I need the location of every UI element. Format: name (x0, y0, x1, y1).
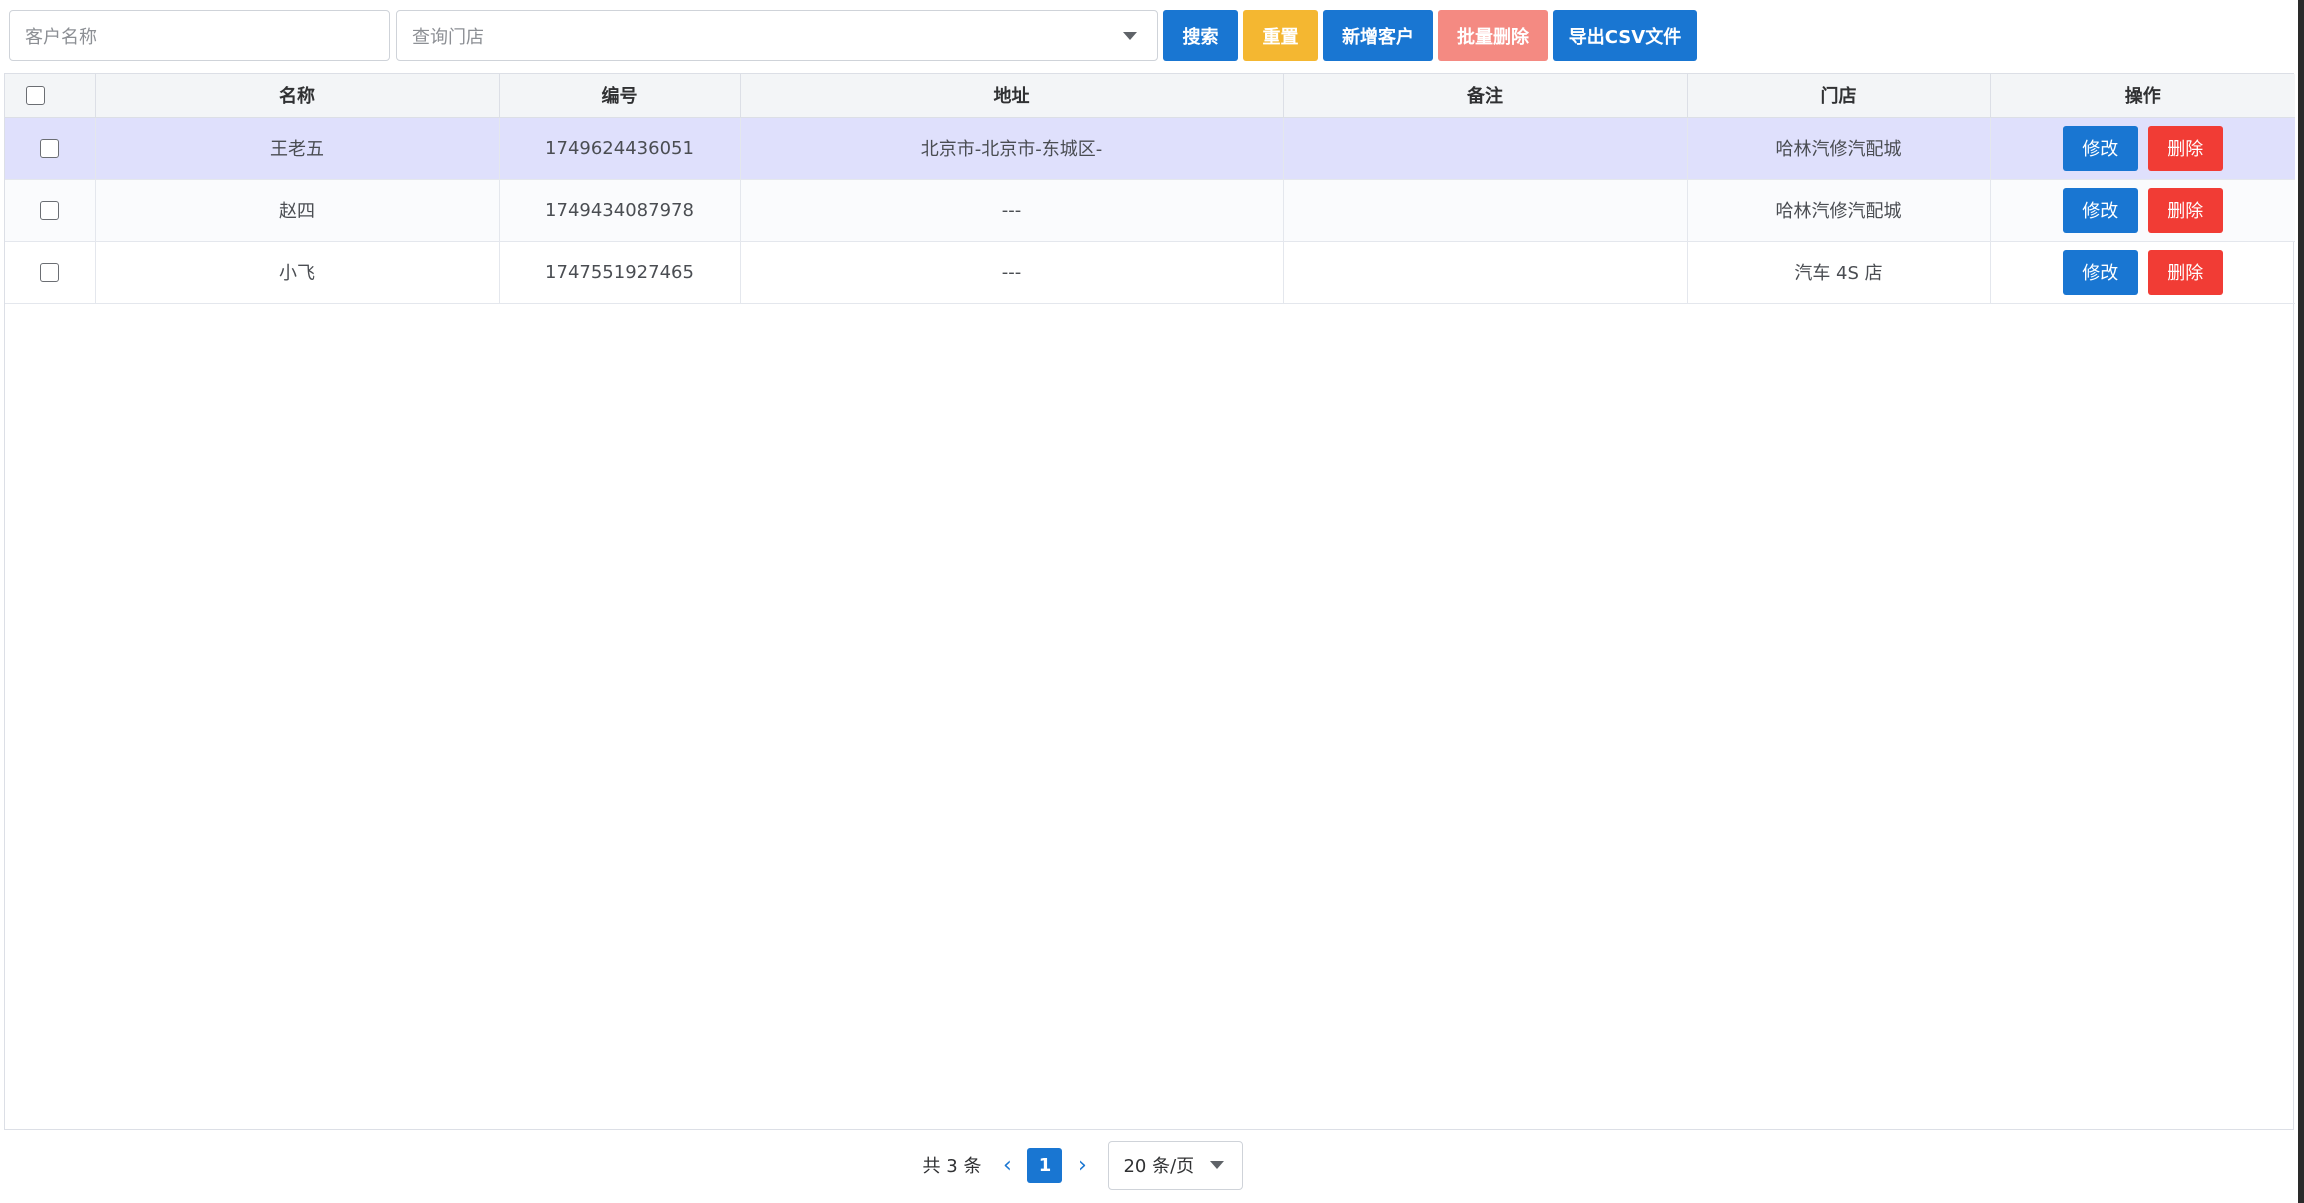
chevron-down-icon (1210, 1161, 1225, 1169)
header-remark: 备注 (1283, 74, 1688, 118)
cell-store: 哈林汽修汽配城 (1687, 179, 1991, 242)
total-count: 共 3 条 (922, 1156, 982, 1177)
customer-name-placeholder: 客户名称 (25, 26, 97, 48)
header-actions: 操作 (1990, 74, 2295, 118)
cell-actions: 修改 删除 (1990, 117, 2295, 180)
customer-name-input[interactable]: 客户名称 (9, 10, 390, 61)
customer-management-page: 客户名称 查询门店 搜索 重置 新增客户 批量删除 导出CSV文件 名称 编号 … (0, 0, 2304, 1203)
store-select[interactable]: 查询门店 (396, 10, 1158, 61)
row-checkbox[interactable] (40, 263, 60, 282)
row-select (5, 241, 96, 304)
cell-store: 汽车 4S 店 (1687, 241, 1991, 304)
select-all-checkbox[interactable] (26, 86, 46, 106)
table-header-row: 名称 编号 地址 备注 门店 操作 (5, 74, 2295, 118)
row-select (5, 117, 96, 180)
cell-name: 赵四 (95, 179, 500, 242)
page-number-button[interactable]: 1 (1027, 1147, 1063, 1183)
pagination: 共 3 条 ‹ 1 › 20 条/页 (0, 1140, 2304, 1190)
cell-actions: 修改 删除 (1990, 241, 2295, 304)
toolbar: 客户名称 查询门店 搜索 重置 新增客户 批量删除 导出CSV文件 (9, 10, 1697, 61)
edit-button[interactable]: 修改 (2062, 125, 2138, 171)
search-button[interactable]: 搜索 (1163, 10, 1238, 61)
cell-address: --- (740, 179, 1284, 242)
header-store: 门店 (1687, 74, 1991, 118)
add-customer-button[interactable]: 新增客户 (1323, 10, 1433, 61)
header-select-all (5, 74, 96, 118)
delete-button[interactable]: 删除 (2147, 187, 2223, 233)
delete-button[interactable]: 删除 (2147, 249, 2223, 295)
header-address: 地址 (740, 74, 1284, 118)
row-checkbox[interactable] (40, 139, 60, 158)
table-row[interactable]: 赵四 1749434087978 --- 哈林汽修汽配城 修改 删除 (5, 179, 2295, 242)
table-row[interactable]: 小飞 1747551927465 --- 汽车 4S 店 修改 删除 (5, 241, 2295, 304)
cell-name: 王老五 (95, 117, 500, 180)
export-csv-button[interactable]: 导出CSV文件 (1553, 10, 1697, 61)
header-name: 名称 (95, 74, 500, 118)
cell-address: --- (740, 241, 1284, 304)
chevron-down-icon (1123, 31, 1137, 40)
cell-store: 哈林汽修汽配城 (1687, 117, 1991, 180)
row-select (5, 179, 96, 242)
delete-button[interactable]: 删除 (2147, 125, 2223, 171)
store-select-placeholder: 查询门店 (412, 26, 484, 48)
cell-code: 1749624436051 (499, 117, 741, 180)
next-page-icon[interactable]: › (1074, 1153, 1090, 1178)
cell-name: 小飞 (95, 241, 500, 304)
cell-code: 1749434087978 (499, 179, 741, 242)
cell-address: 北京市-北京市-东城区- (740, 117, 1284, 180)
prev-page-icon[interactable]: ‹ (999, 1153, 1015, 1178)
header-code: 编号 (499, 74, 741, 118)
reset-button[interactable]: 重置 (1243, 10, 1318, 61)
cell-actions: 修改 删除 (1990, 179, 2295, 242)
customer-table: 名称 编号 地址 备注 门店 操作 王老五 1749624436051 北京市-… (4, 73, 2295, 1130)
edit-button[interactable]: 修改 (2062, 249, 2138, 295)
cell-remark (1283, 179, 1688, 242)
page-size-select[interactable]: 20 条/页 (1108, 1140, 1244, 1190)
table-row[interactable]: 王老五 1749624436051 北京市-北京市-东城区- 哈林汽修汽配城 修… (5, 117, 2295, 180)
page-size-value: 20 条/页 (1123, 1156, 1195, 1177)
batch-delete-button[interactable]: 批量删除 (1438, 10, 1548, 61)
edit-button[interactable]: 修改 (2062, 187, 2138, 233)
cell-code: 1747551927465 (499, 241, 741, 304)
cell-remark (1283, 241, 1688, 304)
row-checkbox[interactable] (40, 201, 60, 220)
cell-remark (1283, 117, 1688, 180)
window-edge (2298, 0, 2304, 1203)
